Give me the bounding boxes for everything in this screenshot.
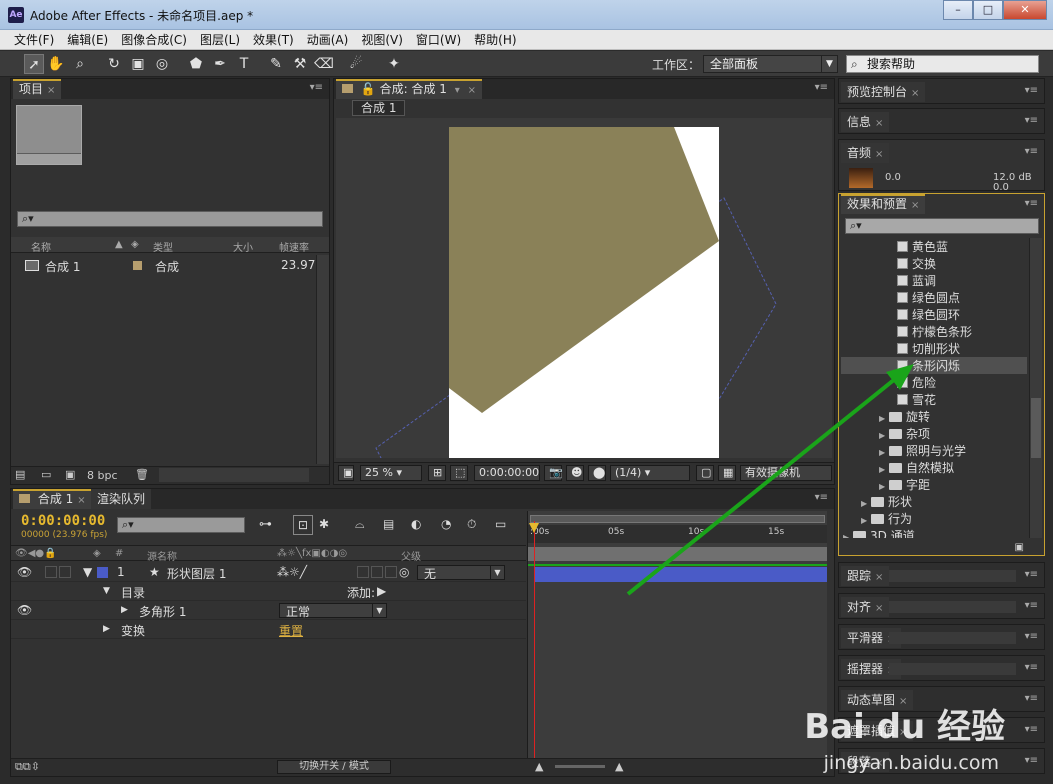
annotation-arrow-line (626, 373, 902, 596)
baidu-watermark-url: jingyan.baidu.com (823, 752, 999, 774)
annotation-overlay (626, 364, 914, 596)
annotation-arrow-head (886, 364, 914, 390)
baidu-watermark: Bai du 经验 (804, 707, 1005, 747)
